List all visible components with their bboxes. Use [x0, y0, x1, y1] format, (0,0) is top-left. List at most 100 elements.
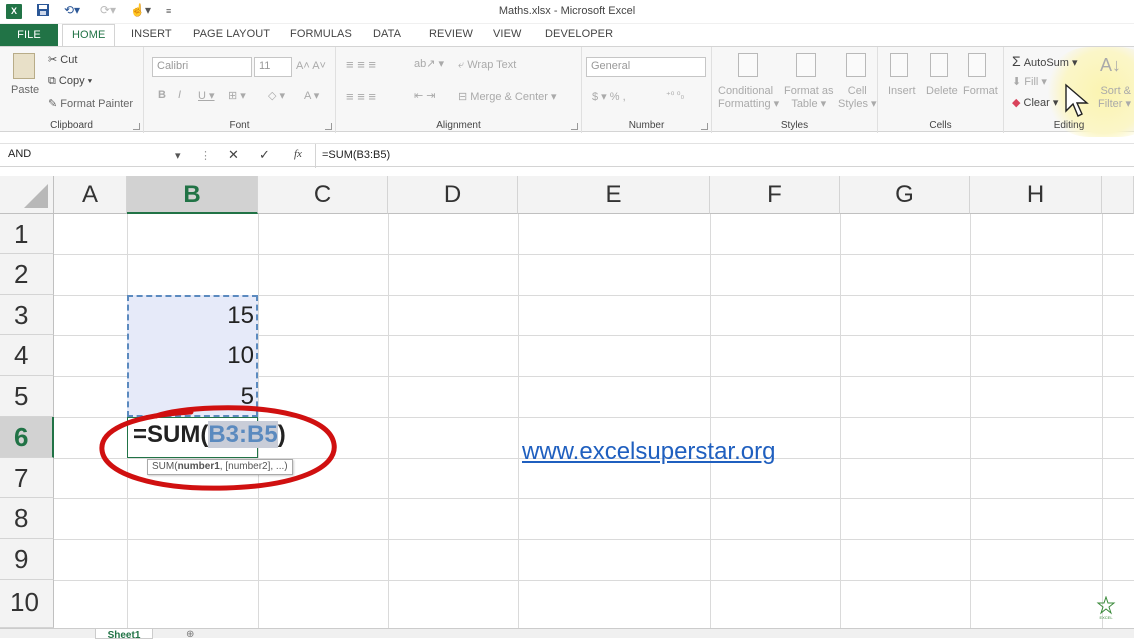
wrap-text-icon: ⤶: [458, 59, 465, 71]
paste-icon[interactable]: [13, 53, 35, 79]
autosum-button[interactable]: Σ AutoSum ▾: [1012, 53, 1078, 69]
row-header-3[interactable]: 3: [0, 295, 54, 335]
name-box-dropdown-icon[interactable]: ▾: [175, 149, 181, 162]
tab-developer[interactable]: DEVELOPER: [545, 28, 613, 40]
font-grow-shrink-icon[interactable]: A˄ A˅: [296, 60, 326, 72]
cell-styles-icon: [846, 53, 866, 77]
gridline: [54, 498, 1134, 499]
column-header-e[interactable]: E: [518, 176, 710, 214]
top-align-icon[interactable]: ≡ ≡ ≡: [346, 57, 376, 72]
number-launcher-icon[interactable]: [701, 123, 708, 130]
ribbon-tabs: FILE HOME INSERT PAGE LAYOUT FORMULAS DA…: [0, 24, 1134, 47]
tab-data[interactable]: DATA: [373, 28, 401, 40]
underline-icon[interactable]: U ▾: [198, 89, 215, 102]
tab-review[interactable]: REVIEW: [429, 28, 473, 40]
copy-button[interactable]: ⧉ Copy ▾: [48, 75, 92, 88]
font-name-select[interactable]: Calibri: [152, 57, 252, 77]
delete-button[interactable]: Delete: [926, 85, 958, 97]
fill-color-icon[interactable]: ◇ ▾: [268, 89, 285, 102]
clear-button[interactable]: ◆ Clear ▾: [1012, 96, 1058, 109]
border-icon[interactable]: ⊞ ▾: [228, 89, 246, 102]
row-header-5[interactable]: 5: [0, 376, 54, 417]
merge-center-button[interactable]: ⊟ Merge & Center ▾: [458, 90, 557, 103]
cut-label: Cut: [60, 54, 78, 66]
enter-icon[interactable]: ✓: [259, 147, 270, 163]
orientation-icon[interactable]: ab↗ ▾: [414, 57, 444, 70]
conditional-label: Conditional: [718, 85, 774, 97]
insert-function-icon[interactable]: fx: [294, 148, 302, 160]
fill-button[interactable]: ⬇ Fill ▾: [1012, 75, 1047, 88]
fill-icon: ⬇: [1012, 76, 1022, 88]
column-header-a[interactable]: A: [54, 176, 127, 214]
row-header-2[interactable]: 2: [0, 254, 54, 295]
paste-button[interactable]: Paste: [11, 84, 39, 96]
cancel-icon[interactable]: ✕: [228, 147, 239, 163]
column-header-b[interactable]: B: [127, 176, 258, 214]
window-title: Maths.xlsx - Microsoft Excel: [498, 5, 636, 17]
cut-button[interactable]: ✂ Cut: [48, 53, 77, 66]
left-align-icon[interactable]: ≡ ≡ ≡: [346, 89, 376, 104]
name-box[interactable]: AND: [8, 148, 31, 160]
sheet-tabs-bar: Sheet1 ⊕: [0, 628, 1134, 641]
row-header-8[interactable]: 8: [0, 498, 54, 539]
conditional-formatting-button[interactable]: Conditional Formatting ▾: [718, 85, 779, 110]
website-link[interactable]: www.excelsuperstar.org: [522, 438, 775, 466]
add-sheet-icon[interactable]: ⊕: [186, 629, 194, 641]
font-color-icon[interactable]: A ▾: [304, 89, 319, 102]
formula-divider: [315, 144, 316, 168]
row-header-6[interactable]: 6: [0, 417, 54, 458]
sort-filter-button[interactable]: Sort & Filter ▾: [1098, 85, 1131, 110]
indent-icon[interactable]: ⇤ ⇥: [414, 89, 436, 102]
worksheet-grid: A B C D E F G H 1 2 3 4 5 6 7 8 9 10 15 …: [0, 176, 1134, 628]
font-size-select[interactable]: 11: [254, 57, 292, 77]
column-header-c[interactable]: C: [258, 176, 388, 214]
filter-label: Filter: [1098, 98, 1123, 110]
row-header-10[interactable]: 10: [0, 580, 54, 628]
row-header-1[interactable]: 1: [0, 214, 54, 254]
format-button[interactable]: Format: [963, 85, 998, 97]
decimal-icon[interactable]: ⁺⁰ ⁰₀: [666, 90, 684, 101]
cell-b3[interactable]: 15: [128, 302, 254, 330]
column-header-i[interactable]: [1102, 176, 1134, 214]
column-header-h[interactable]: H: [970, 176, 1102, 214]
tab-insert[interactable]: INSERT: [131, 28, 172, 40]
row-header-4[interactable]: 4: [0, 335, 54, 376]
column-header-d[interactable]: D: [388, 176, 518, 214]
number-format-select[interactable]: General: [586, 57, 706, 77]
row-header-9[interactable]: 9: [0, 539, 54, 580]
bold-icon[interactable]: B: [158, 89, 166, 101]
currency-icon[interactable]: $ ▾ % ,: [592, 90, 626, 103]
alignment-group: ≡ ≡ ≡ ab↗ ▾ ≡ ≡ ≡ ⇤ ⇥ ⤶ Wrap Text ⊟ Merg…: [336, 47, 582, 133]
tab-home[interactable]: HOME: [62, 24, 116, 47]
cell-styles-button[interactable]: Cell Styles ▾: [838, 85, 877, 110]
select-all-corner[interactable]: [0, 176, 54, 214]
insert-cells-icon: [890, 53, 908, 77]
editing-label: Editing: [1053, 120, 1085, 131]
wrap-text-button[interactable]: ⤶ Wrap Text: [458, 59, 516, 72]
row-header-7[interactable]: 7: [0, 458, 54, 498]
format-painter-button[interactable]: ✎ Format Painter: [48, 97, 133, 110]
formula-input[interactable]: =SUM(B3:B5): [322, 149, 390, 161]
table-label: Table: [791, 98, 818, 110]
column-header-g[interactable]: G: [840, 176, 970, 214]
mouse-pointer-icon: [1065, 83, 1089, 117]
cell-b4[interactable]: 10: [128, 342, 254, 370]
more-icon: ⋮: [200, 150, 211, 162]
scissors-icon: ✂: [48, 54, 58, 66]
italic-icon[interactable]: I: [178, 89, 181, 101]
format-as-table-button[interactable]: Format as Table ▾: [784, 85, 834, 110]
autosum-label: AutoSum: [1023, 57, 1069, 69]
merge-icon: ⊟: [458, 91, 468, 103]
insert-button[interactable]: Insert: [888, 85, 916, 97]
alignment-launcher-icon[interactable]: [571, 123, 578, 130]
font-launcher-icon[interactable]: [325, 123, 332, 130]
tab-file[interactable]: FILE: [0, 24, 58, 46]
tab-page-layout[interactable]: PAGE LAYOUT: [193, 28, 270, 40]
column-header-f[interactable]: F: [710, 176, 840, 214]
gridline: [518, 214, 519, 628]
tab-view[interactable]: VIEW: [493, 28, 522, 40]
clipboard-launcher-icon[interactable]: [133, 123, 140, 130]
tab-formulas[interactable]: FORMULAS: [290, 28, 352, 40]
font-label: Font: [229, 120, 250, 131]
gridline: [54, 539, 1134, 540]
